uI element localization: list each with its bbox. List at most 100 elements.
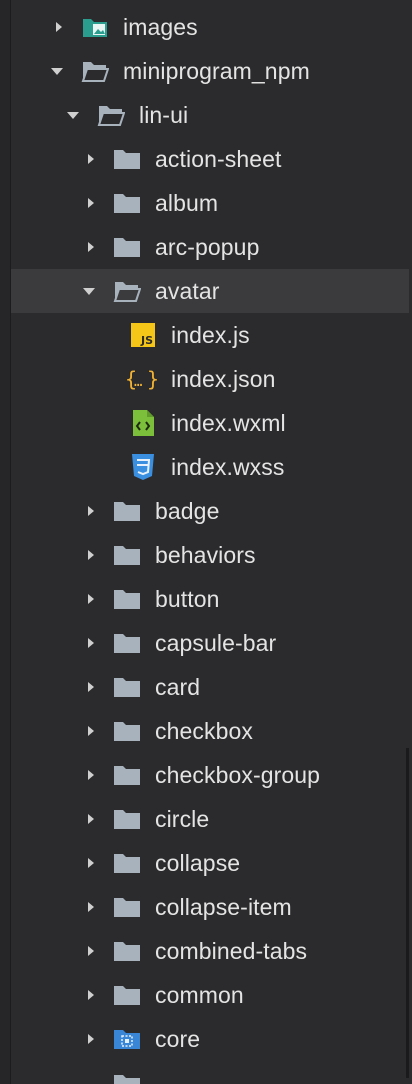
tree-item-index-wxml[interactable]: index.wxml bbox=[11, 401, 409, 445]
tree-item-label: circle bbox=[155, 806, 210, 832]
chevron-right-icon[interactable] bbox=[83, 679, 99, 695]
tree-item-miniprogram-npm[interactable]: miniprogram_npm bbox=[11, 49, 409, 93]
tree-item-circle[interactable]: circle bbox=[11, 797, 409, 841]
folder-open-icon bbox=[97, 101, 125, 129]
tree-item-index-js[interactable]: JS index.js bbox=[11, 313, 409, 357]
tree-item-album[interactable]: album bbox=[11, 181, 409, 225]
folder-open-icon bbox=[81, 57, 109, 85]
tree-item-button[interactable]: button bbox=[11, 577, 409, 621]
chevron-right-icon[interactable] bbox=[83, 899, 99, 915]
tree-item-label: lin-ui bbox=[139, 102, 189, 128]
folder-icon bbox=[113, 585, 141, 613]
tree-item-label: collapse-item bbox=[155, 894, 292, 920]
folder-icon bbox=[113, 761, 141, 789]
tree-item-action-sheet[interactable]: action-sheet bbox=[11, 137, 409, 181]
tree-item-collapse[interactable]: collapse bbox=[11, 841, 409, 885]
tree-item-label: checkbox bbox=[155, 718, 253, 744]
tree-item-arc-popup[interactable]: arc-popup bbox=[11, 225, 409, 269]
chevron-right-icon[interactable] bbox=[83, 547, 99, 563]
tree-item-label: avatar bbox=[155, 278, 220, 304]
tree-item-common[interactable]: common bbox=[11, 973, 409, 1017]
tree-item-badge[interactable]: badge bbox=[11, 489, 409, 533]
tree-item-label: capsule-bar bbox=[155, 630, 277, 656]
chevron-right-icon[interactable] bbox=[83, 855, 99, 871]
tree-item-card[interactable]: card bbox=[11, 665, 409, 709]
tree-item-label: action-sheet bbox=[155, 146, 282, 172]
chevron-down-icon[interactable] bbox=[49, 63, 65, 79]
svg-text:…: … bbox=[134, 374, 142, 390]
tree-item-core[interactable]: core bbox=[11, 1017, 409, 1061]
folder-icon bbox=[113, 189, 141, 217]
tree-item-label: button bbox=[155, 586, 220, 612]
chevron-right-icon[interactable] bbox=[51, 19, 67, 35]
tree-item-label: combined-tabs bbox=[155, 938, 308, 964]
svg-text:JS: JS bbox=[140, 334, 153, 347]
chevron-right-icon[interactable] bbox=[83, 943, 99, 959]
chevron-right-icon[interactable] bbox=[83, 239, 99, 255]
tree-item-checkbox-group[interactable]: checkbox-group bbox=[11, 753, 409, 797]
chevron-right-icon[interactable] bbox=[83, 767, 99, 783]
svg-text:}: } bbox=[147, 367, 159, 391]
tree-item-label: badge bbox=[155, 498, 220, 524]
image-folder-icon bbox=[81, 13, 109, 41]
css-file-icon bbox=[129, 453, 157, 481]
tree-item-label: album bbox=[155, 190, 219, 216]
core-folder-icon bbox=[113, 1025, 141, 1053]
chevron-down-icon[interactable] bbox=[81, 283, 97, 299]
file-explorer-tree: images miniprogram_npm lin-ui action-she… bbox=[10, 0, 409, 1084]
tree-item-behaviors[interactable]: behaviors bbox=[11, 533, 409, 577]
folder-icon bbox=[113, 145, 141, 173]
folder-icon bbox=[113, 673, 141, 701]
chevron-right-icon[interactable] bbox=[83, 811, 99, 827]
tree-item-index-json[interactable]: { … } index.json bbox=[11, 357, 409, 401]
tree-item-checkbox[interactable]: checkbox bbox=[11, 709, 409, 753]
folder-icon bbox=[113, 497, 141, 525]
chevron-right-icon[interactable] bbox=[83, 1031, 99, 1047]
chevron-right-icon[interactable] bbox=[83, 723, 99, 739]
tree-item-label: checkbox-group bbox=[155, 762, 321, 788]
chevron-right-icon[interactable] bbox=[83, 635, 99, 651]
folder-icon bbox=[113, 893, 141, 921]
scrollbar[interactable] bbox=[406, 748, 409, 1078]
tree-item-combined-tabs[interactable]: combined-tabs bbox=[11, 929, 409, 973]
tree-item-label: index.js bbox=[171, 322, 250, 348]
folder-icon bbox=[113, 233, 141, 261]
tree-item-capsule-bar[interactable]: capsule-bar bbox=[11, 621, 409, 665]
folder-icon bbox=[113, 937, 141, 965]
tree-item-label: common bbox=[155, 982, 244, 1008]
chevron-right-icon[interactable] bbox=[83, 987, 99, 1003]
folder-icon bbox=[113, 1070, 141, 1084]
folder-icon bbox=[113, 805, 141, 833]
folder-icon bbox=[113, 717, 141, 745]
tree-item-label: arc-popup bbox=[155, 234, 260, 260]
folder-icon bbox=[113, 849, 141, 877]
tree-item-label: images bbox=[123, 14, 198, 40]
json-file-icon: { … } bbox=[125, 365, 159, 393]
tree-item-lin-ui[interactable]: lin-ui bbox=[11, 93, 409, 137]
tree-item-index-wxss[interactable]: index.wxss bbox=[11, 445, 409, 489]
chevron-down-icon[interactable] bbox=[65, 107, 81, 123]
folder-icon bbox=[113, 629, 141, 657]
tree-item-label: card bbox=[155, 674, 201, 700]
tree-item-label: collapse bbox=[155, 850, 241, 876]
chevron-right-icon[interactable] bbox=[83, 503, 99, 519]
tree-item-images[interactable]: images bbox=[11, 5, 409, 49]
chevron-right-icon[interactable] bbox=[83, 151, 99, 167]
wxml-file-icon bbox=[129, 409, 157, 437]
tree-item-label: index.json bbox=[171, 366, 276, 392]
folder-icon bbox=[113, 541, 141, 569]
js-file-icon: JS bbox=[129, 321, 157, 349]
left-gutter bbox=[0, 0, 10, 1084]
tree-item-collapse-item[interactable]: collapse-item bbox=[11, 885, 409, 929]
folder-open-icon bbox=[113, 277, 141, 305]
chevron-right-icon[interactable] bbox=[83, 195, 99, 211]
tree-item-label: index.wxss bbox=[171, 454, 285, 480]
tree-item-label: core bbox=[155, 1026, 201, 1052]
tree-item-label: index.wxml bbox=[171, 410, 286, 436]
tree-item-label: behaviors bbox=[155, 542, 256, 568]
folder-icon bbox=[113, 981, 141, 1009]
tree-item-avatar[interactable]: avatar bbox=[11, 269, 409, 313]
chevron-right-icon[interactable] bbox=[83, 591, 99, 607]
tree-item-partial[interactable] bbox=[11, 1064, 409, 1084]
tree-item-label: miniprogram_npm bbox=[123, 58, 310, 84]
